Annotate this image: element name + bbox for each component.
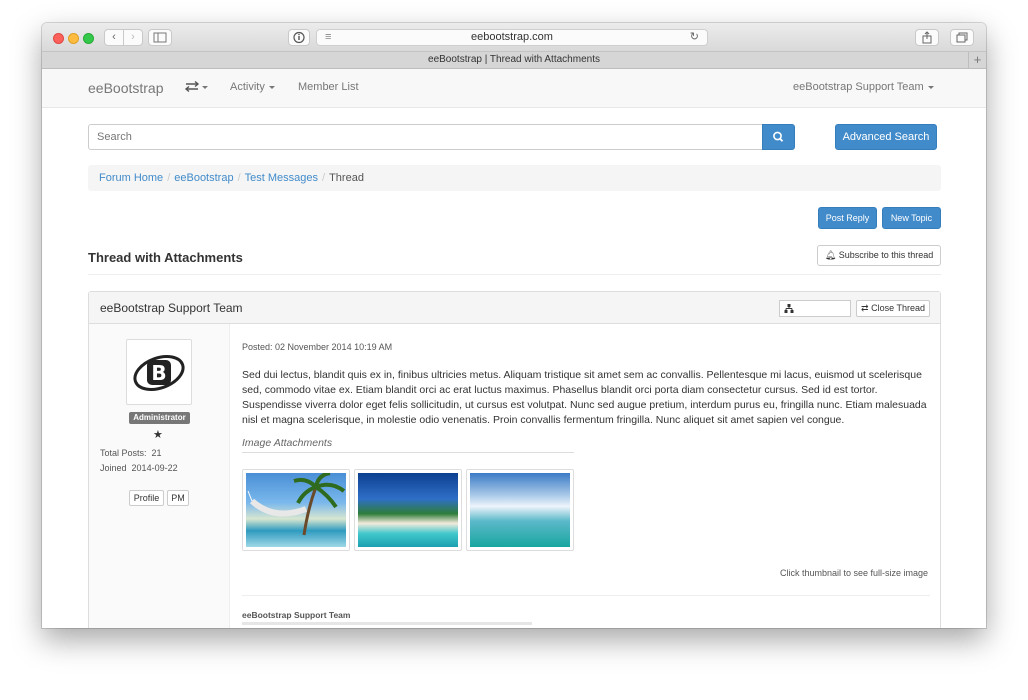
breadcrumb: Forum Home / eeBootstrap / Test Messages / Thr… — [88, 165, 941, 191]
profile-button[interactable]: Profile — [129, 490, 164, 506]
post-author-sidebar: B Administrator ★ Total Posts: 21 Joined… — [89, 324, 230, 628]
beach-image — [358, 473, 458, 547]
reader-view-icon[interactable]: ≡ — [325, 30, 331, 45]
sitemap-icon — [784, 304, 794, 313]
site-navbar: eeBootstrap Activity Member List eeBoots… — [42, 69, 986, 108]
back-button[interactable]: ‹ — [104, 29, 124, 46]
search-icon — [773, 131, 784, 142]
breadcrumb-test-messages[interactable]: Test Messages — [245, 172, 318, 184]
breadcrumb-separator: / — [167, 172, 171, 184]
attachment-thumbnail-ocean[interactable] — [466, 469, 574, 551]
attachments-heading: Image Attachments — [242, 437, 333, 449]
address-url: eebootstrap.com — [471, 31, 553, 43]
post-text: Sed dui lectus, blandit quis ex in, fini… — [242, 369, 927, 426]
show-tabs-button[interactable] — [950, 29, 974, 46]
sidebar-button[interactable] — [148, 29, 172, 46]
avatar[interactable]: B — [126, 339, 192, 405]
active-tab-title[interactable]: eeBootstrap | Thread with Attachments — [428, 54, 600, 65]
post-date: Posted: 02 November 2014 10:19 AM — [242, 342, 393, 352]
thread-title: Thread with Attachments — [88, 250, 243, 265]
role-badge: Administrator — [129, 412, 190, 424]
close-window-button[interactable] — [53, 33, 64, 44]
info-icon — [293, 31, 305, 44]
sidebar-icon — [153, 32, 167, 43]
breadcrumb-eebootstrap[interactable]: eeBootstrap — [174, 172, 233, 184]
switch-arrows-icon: ⇄ — [861, 303, 869, 313]
switch-arrows-icon — [184, 80, 208, 93]
joined-value: 2014-09-22 — [131, 463, 178, 473]
post-reply-button[interactable]: Post Reply — [818, 207, 877, 229]
joined-label: Joined — [100, 463, 127, 473]
breadcrumb-separator: / — [322, 172, 326, 184]
site-brand[interactable]: eeBootstrap — [88, 80, 164, 96]
close-thread-button[interactable]: ⇄ Close Thread — [856, 300, 930, 317]
breadcrumb-forum-home[interactable]: Forum Home — [99, 172, 163, 184]
signature-divider — [242, 595, 930, 596]
star-icon: ★ — [153, 429, 163, 441]
post-body: Posted: 02 November 2014 10:19 AM Sed du… — [231, 324, 941, 628]
share-button[interactable] — [915, 29, 939, 46]
subscribe-button[interactable]: 🔔︎ Subscribe to this thread — [817, 245, 941, 266]
attachments-divider — [242, 452, 574, 453]
total-posts-value: 21 — [151, 448, 162, 458]
browser-window: ‹ › ≡ eebootstrap.com ↻ eeBootstrap | Th… — [42, 23, 986, 628]
caret-down-icon — [268, 85, 275, 89]
breadcrumb-current: Thread — [329, 172, 364, 184]
palm-icon — [247, 473, 346, 536]
search-input[interactable] — [88, 124, 763, 150]
moderation-select[interactable] — [779, 300, 851, 317]
close-thread-label: Close Thread — [871, 303, 925, 313]
title-divider — [88, 274, 941, 275]
joined-date: Joined 2014-09-22 — [100, 463, 178, 473]
pm-button[interactable]: PM — [167, 490, 189, 506]
activity-menu[interactable]: Activity — [230, 81, 275, 93]
subscribe-label: Subscribe to this thread — [838, 250, 934, 260]
caret-down-icon — [927, 85, 934, 89]
attachment-thumbnail-hammock[interactable] — [242, 469, 350, 551]
signature-text-line — [242, 622, 532, 625]
tab-bar: eeBootstrap | Thread with Attachments + — [42, 52, 986, 69]
eebootstrap-logo-icon: B — [133, 355, 185, 391]
new-tab-button[interactable]: + — [968, 52, 986, 68]
activity-label: Activity — [230, 81, 265, 93]
post-author-heading: eeBootstrap Support Team — [100, 301, 243, 315]
member-list-link[interactable]: Member List — [298, 81, 359, 93]
switch-menu[interactable] — [184, 80, 209, 94]
address-bar[interactable]: ≡ eebootstrap.com ↻ — [316, 29, 708, 46]
zoom-window-button[interactable] — [83, 33, 94, 44]
chevron-left-icon: ‹ — [112, 31, 116, 43]
total-posts-label: Total Posts: — [100, 448, 147, 458]
chevron-right-icon: › — [131, 31, 135, 43]
signature-name: eeBootstrap Support Team — [242, 610, 351, 620]
ocean-image — [470, 473, 570, 547]
post-panel-header: eeBootstrap Support Team ⇄ Close Thread — [89, 292, 940, 324]
search-button[interactable] — [762, 124, 795, 150]
privacy-info-button[interactable] — [288, 29, 310, 46]
hammock-image — [246, 473, 346, 547]
tabs-icon — [956, 32, 968, 43]
user-menu[interactable]: eeBootstrap Support Team — [793, 81, 934, 93]
thumbnail-note: Click thumbnail to see full-size image — [780, 568, 929, 578]
breadcrumb-separator: / — [237, 172, 241, 184]
new-topic-button[interactable]: New Topic — [882, 207, 941, 229]
bell-icon: 🔔︎ — [824, 250, 837, 260]
post-panel: eeBootstrap Support Team ⇄ Close Thread … — [88, 291, 941, 628]
forward-button[interactable]: › — [123, 29, 143, 46]
user-menu-label: eeBootstrap Support Team — [793, 81, 924, 93]
share-icon — [922, 31, 932, 44]
advanced-search-button[interactable]: Advanced Search — [835, 124, 937, 150]
reload-icon[interactable]: ↻ — [690, 30, 699, 45]
total-posts: Total Posts: 21 — [100, 448, 162, 458]
avatar-letter: B — [151, 361, 166, 385]
minimize-window-button[interactable] — [68, 33, 79, 44]
browser-toolbar: ‹ › ≡ eebootstrap.com ↻ — [42, 23, 986, 52]
attachment-thumbnail-beach[interactable] — [354, 469, 462, 551]
